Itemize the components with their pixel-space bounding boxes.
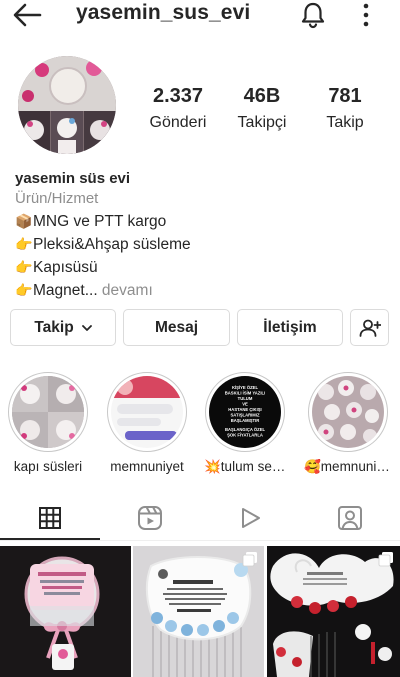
highlight-ring — [107, 372, 187, 452]
bio-line-text: Magnet — [33, 282, 85, 299]
story-highlight[interactable]: kapı süsleri — [7, 372, 89, 474]
svg-text:TULUM: TULUM — [238, 396, 253, 401]
svg-text:KİŞİYE ÖZEL: KİŞİYE ÖZEL — [232, 385, 259, 390]
story-highlight[interactable]: KİŞİYE ÖZEL BASKILI İSİM YAZILI TULUM VE… — [204, 372, 286, 475]
highlight-label: kapı süsleri — [13, 459, 83, 474]
svg-text:BAŞLAMIŞTIR: BAŞLAMIŞTIR — [231, 418, 260, 423]
bio-line-text: Kapısüsü — [33, 259, 98, 276]
bio-category: Ürün/Hizmet — [15, 190, 99, 207]
stat-following[interactable]: 781 Takip — [315, 85, 375, 132]
bio-line-text: MNG ve PTT kargo — [33, 213, 167, 230]
post-image — [0, 546, 131, 677]
play-icon — [242, 508, 260, 528]
chevron-down-icon — [81, 324, 92, 331]
follow-button[interactable]: Takip — [10, 309, 116, 346]
stat-posts[interactable]: 2.337 Gönderi — [140, 85, 216, 132]
grid-post[interactable] — [0, 546, 131, 677]
message-button[interactable]: Mesaj — [123, 309, 230, 346]
tab-tagged[interactable] — [300, 496, 400, 540]
highlight-ring — [308, 372, 388, 452]
tab-reels[interactable] — [100, 496, 200, 540]
suggested-accounts-button[interactable] — [350, 309, 389, 346]
profile-username-title: yasemin_sus_evi — [76, 1, 251, 24]
highlight-label: memnuniyet — [110, 459, 184, 474]
svg-text:HASTANE ÇIKIŞI: HASTANE ÇIKIŞI — [228, 407, 261, 412]
bell-icon[interactable] — [299, 1, 327, 29]
svg-text:VE: VE — [242, 402, 248, 407]
profile-bio: yasemin süs evi Ürün/Hizmet 📦MNG ve PTT … — [15, 169, 390, 302]
grid-icon — [39, 507, 61, 529]
tab-grid[interactable] — [0, 496, 100, 540]
package-emoji: 📦 — [15, 213, 33, 229]
message-button-label: Mesaj — [154, 318, 199, 336]
story-highlight[interactable]: memnuniyet — [106, 372, 188, 474]
bio-line: 👉Kapısüsü — [15, 256, 390, 279]
pointing-hand-emoji: 👉 — [15, 236, 33, 252]
arrow-left-icon[interactable] — [12, 2, 42, 28]
svg-text:BASKILI İSİM YAZILI: BASKILI İSİM YAZILI — [225, 391, 265, 396]
bio-line: 👉Pleksi&Ahşap süsleme — [15, 233, 390, 256]
svg-text:ŞOK FİYATLARLA: ŞOK FİYATLARLA — [227, 433, 263, 438]
reels-icon — [138, 506, 162, 530]
grid-post[interactable] — [133, 546, 264, 677]
bio-more-link[interactable]: devamı — [98, 282, 153, 299]
tab-videos[interactable] — [200, 496, 300, 540]
bio-line: 👉Magnet... devamı — [15, 279, 390, 302]
contact-button-label: İletişim — [263, 318, 317, 336]
following-count: 781 — [328, 85, 362, 107]
stat-followers[interactable]: 46B Takipçi — [228, 85, 296, 132]
pointing-hand-emoji: 👉 — [15, 259, 33, 275]
following-label: Takip — [326, 114, 364, 131]
story-highlight[interactable]: 🥰memnuniy... — [304, 372, 392, 475]
top-bar: yasemin_sus_evi — [0, 0, 400, 30]
profile-tabs — [0, 496, 400, 542]
svg-text:BAŞLANGIÇA ÖZEL: BAŞLANGIÇA ÖZEL — [225, 427, 266, 432]
bio-name: yasemin süs evi — [15, 170, 131, 187]
bio-line: 📦MNG ve PTT kargo — [15, 210, 390, 233]
highlight-ring — [8, 372, 88, 452]
grid-post[interactable] — [267, 546, 400, 677]
svg-text:SATIŞLARIMIZ: SATIŞLARIMIZ — [231, 413, 260, 418]
follow-button-label: Takip — [34, 318, 74, 336]
highlight-cover — [111, 376, 183, 448]
highlight-label: 🥰memnuniy... — [304, 459, 392, 474]
highlight-cover: KİŞİYE ÖZEL BASKILI İSİM YAZILI TULUM VE… — [209, 376, 281, 448]
bio-ellipsis: ... — [84, 282, 98, 299]
avatar[interactable] — [18, 56, 116, 154]
followers-label: Takipçi — [237, 114, 287, 131]
add-person-icon — [359, 319, 381, 337]
highlight-cover — [12, 376, 84, 448]
bio-line-text: Pleksi&Ahşap süsleme — [33, 236, 191, 253]
posts-label: Gönderi — [149, 114, 207, 131]
contact-button[interactable]: İletişim — [237, 309, 343, 346]
followers-count: 46B — [243, 85, 281, 107]
highlight-cover — [312, 376, 384, 448]
posts-count: 2.337 — [152, 85, 204, 107]
highlight-label: 💥tulum seti💥 — [204, 459, 286, 474]
tagged-person-icon — [338, 506, 362, 530]
pointing-hand-emoji: 👉 — [15, 282, 33, 298]
avatar-image — [18, 56, 116, 154]
multiple-images-icon — [242, 552, 257, 567]
tab-divider — [0, 540, 400, 541]
multiple-images-icon — [378, 552, 393, 567]
highlight-ring: KİŞİYE ÖZEL BASKILI İSİM YAZILI TULUM VE… — [205, 372, 285, 452]
more-vertical-icon[interactable] — [358, 2, 374, 28]
highlight-promo-text: KİŞİYE ÖZEL BASKILI İSİM YAZILI TULUM VE… — [209, 376, 281, 448]
